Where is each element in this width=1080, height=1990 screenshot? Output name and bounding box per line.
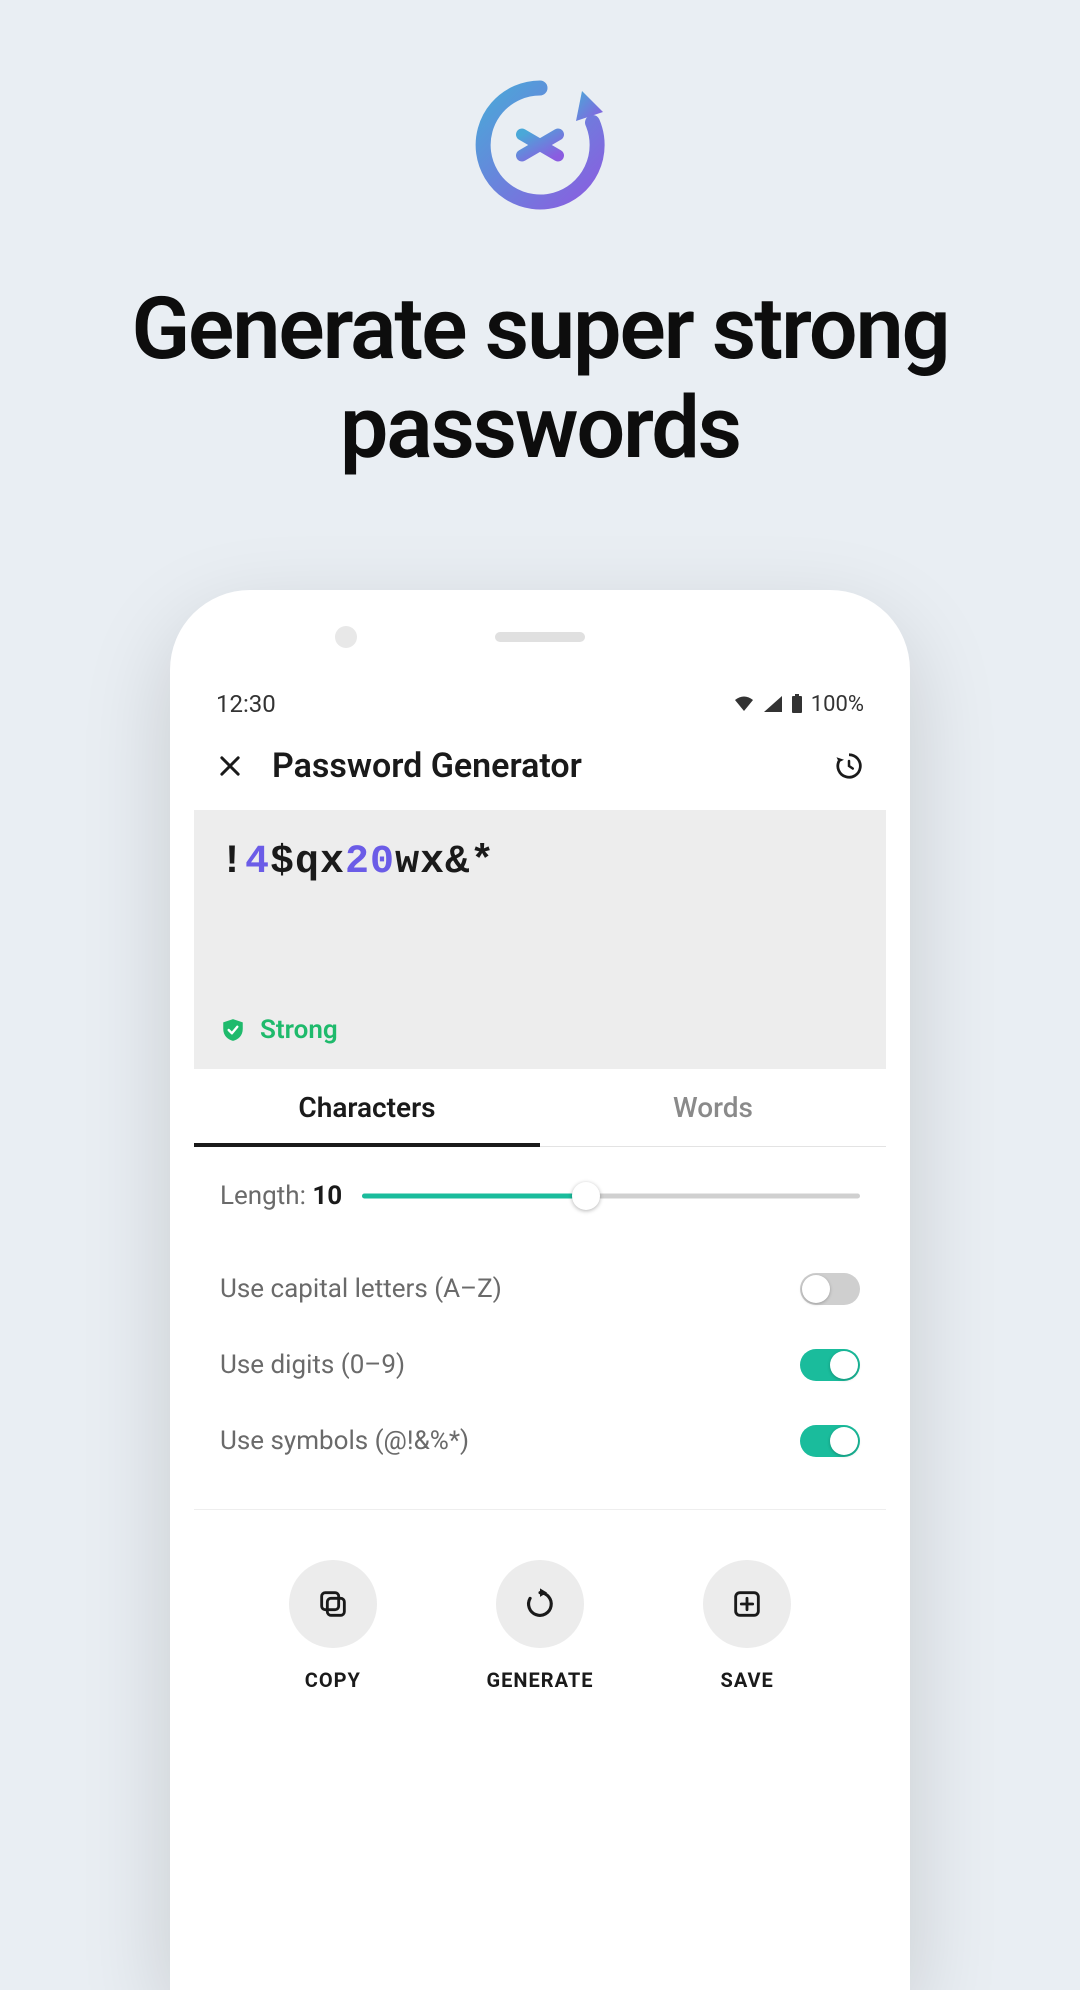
history-icon[interactable] (834, 751, 864, 781)
app-screen: 12:30 100% Password Generator (194, 680, 886, 1990)
phone-sensor (335, 626, 357, 648)
add-icon (703, 1560, 791, 1648)
close-icon[interactable] (216, 752, 244, 780)
battery-icon (791, 694, 803, 714)
status-indicators: 100% (733, 692, 864, 717)
options-panel: Length: 10 Use capital letters (A–Z) Use … (194, 1147, 886, 1489)
wifi-icon (733, 695, 755, 713)
toggle-switch[interactable] (800, 1273, 860, 1305)
toggle-switch[interactable] (800, 1349, 860, 1381)
action-label: SAVE (721, 1668, 774, 1692)
length-label: Length: (220, 1181, 312, 1211)
toggle-label: Use capital letters (A–Z) (220, 1274, 502, 1304)
tab-characters[interactable]: Characters (194, 1069, 540, 1146)
app-logo (465, 70, 615, 220)
length-control: Length: 10 (220, 1181, 860, 1211)
save-button[interactable]: SAVE (703, 1560, 791, 1692)
generated-password[interactable]: !4$qx20wx&* (220, 840, 860, 885)
phone-mockup: 12:30 100% Password Generator (170, 590, 910, 1990)
refresh-icon (496, 1560, 584, 1648)
cell-signal-icon (763, 695, 783, 713)
password-display-panel: !4$qx20wx&* Strong (194, 810, 886, 1069)
toggle-label: Use symbols (@!&%*) (220, 1426, 469, 1456)
toggle-row: Use symbols (@!&%*) (220, 1403, 860, 1479)
action-label: GENERATE (487, 1668, 594, 1692)
page-title: Password Generator (272, 746, 582, 786)
app-header: Password Generator (194, 726, 886, 810)
toggle-switch[interactable] (800, 1425, 860, 1457)
phone-speaker (495, 632, 585, 642)
length-value: 10 (312, 1181, 342, 1211)
action-label: COPY (305, 1668, 361, 1692)
toggle-row: Use capital letters (A–Z) (220, 1251, 860, 1327)
status-bar: 12:30 100% (194, 680, 886, 726)
tab-words[interactable]: Words (540, 1069, 886, 1146)
promo-headline: Generate super strong passwords (0, 280, 1080, 478)
status-time: 12:30 (216, 690, 276, 718)
mode-tabs: CharactersWords (194, 1069, 886, 1147)
shield-check-icon (220, 1017, 246, 1043)
length-slider[interactable] (362, 1184, 860, 1208)
toggle-label: Use digits (0–9) (220, 1350, 405, 1380)
generate-button[interactable]: GENERATE (487, 1560, 594, 1692)
copy-button[interactable]: COPY (289, 1560, 377, 1692)
strength-label: Strong (260, 1015, 338, 1045)
battery-percent: 100% (811, 692, 864, 717)
strength-indicator: Strong (220, 1015, 860, 1045)
copy-icon (289, 1560, 377, 1648)
toggle-row: Use digits (0–9) (220, 1327, 860, 1403)
action-bar: COPY GENERATE SAVE (194, 1509, 886, 1722)
